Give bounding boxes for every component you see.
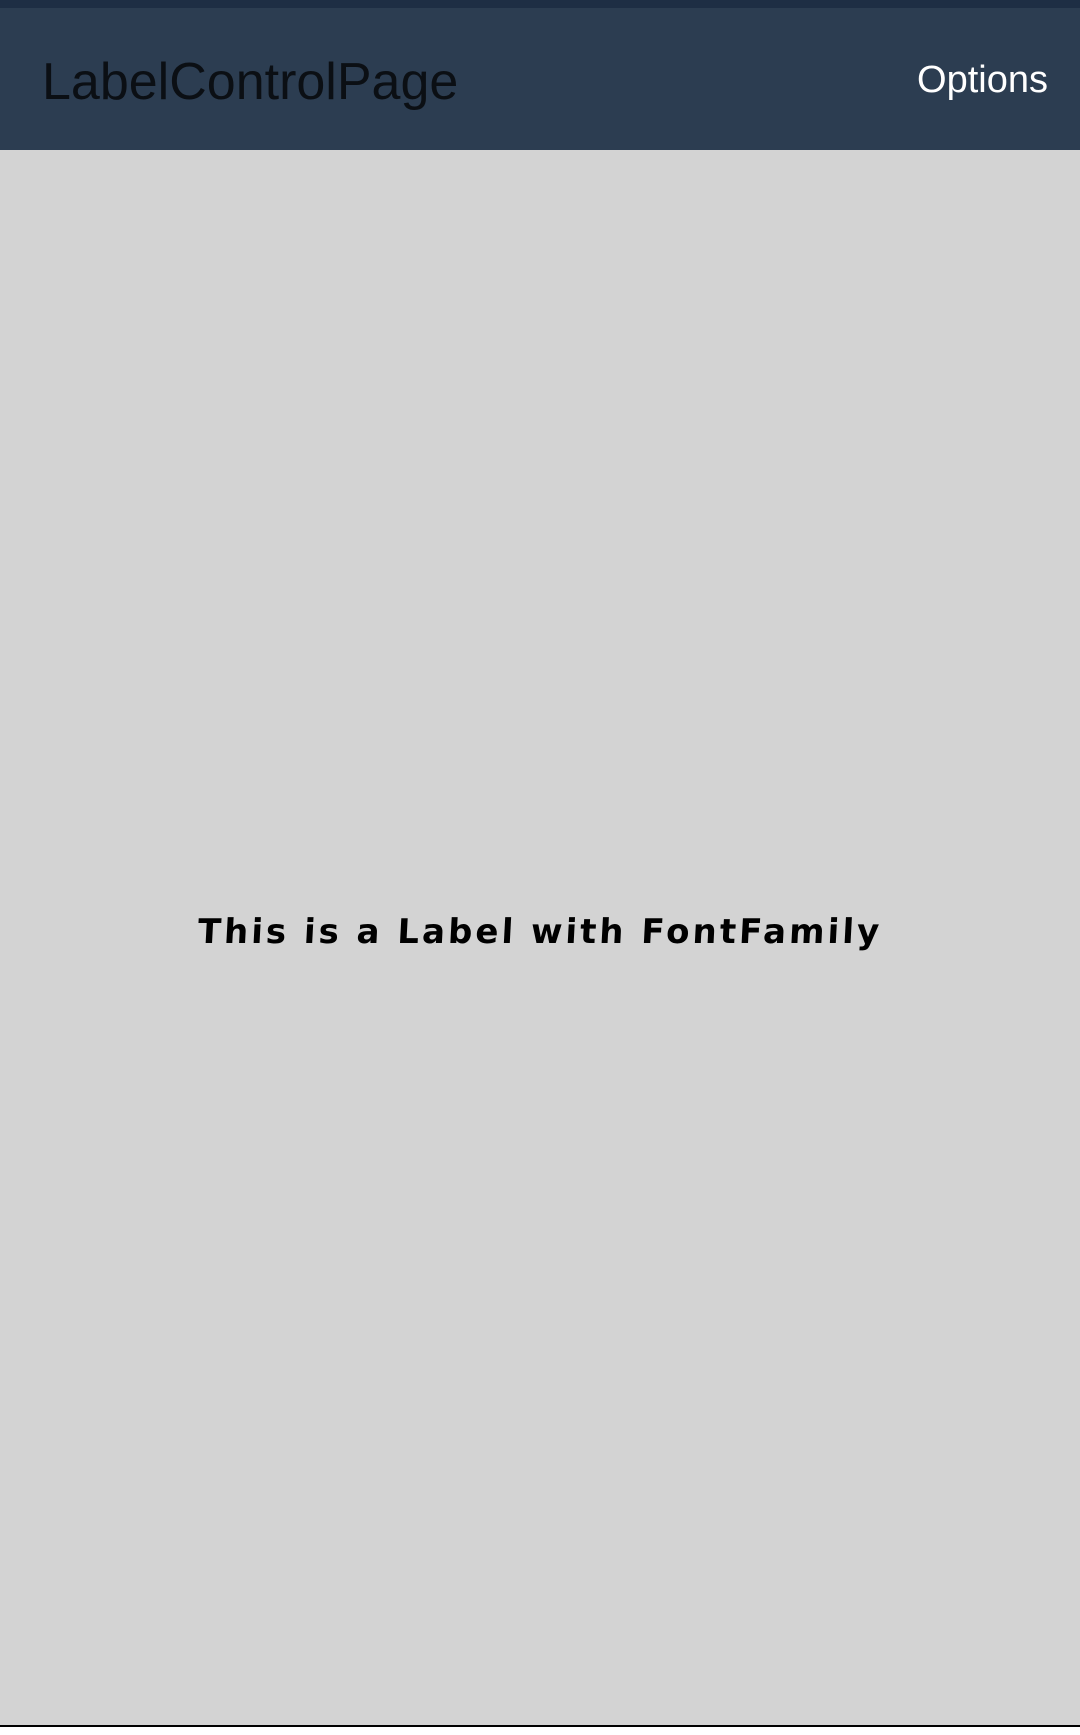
top-toolbar: LabelControlPage Options (0, 0, 1080, 150)
font-family-label: This is a Label with FontFamily (196, 912, 884, 952)
page-content: This is a Label with FontFamily (0, 150, 1080, 1725)
bottom-edge (0, 1727, 1080, 1735)
page-title: LabelControlPage (42, 53, 459, 111)
top-status-strip (0, 4, 1080, 8)
app-window: LabelControlPage Options This is a Label… (0, 0, 1080, 1735)
options-button[interactable]: Options (917, 56, 1048, 104)
